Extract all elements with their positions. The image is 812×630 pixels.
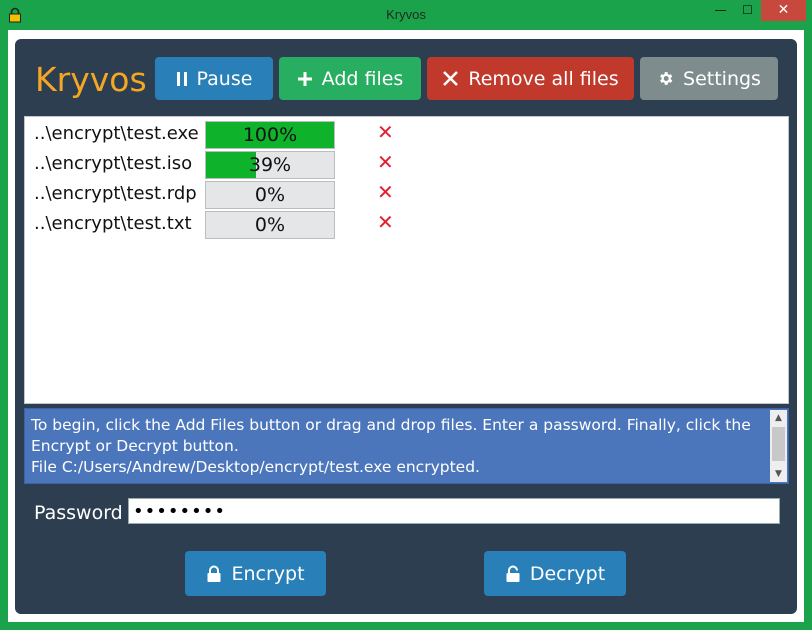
scroll-thumb[interactable]	[772, 427, 785, 461]
log-line: File C:/Users/Andrew/Desktop/encrypt/tes…	[31, 458, 480, 476]
progress-bar: 39%	[205, 151, 335, 179]
scroll-down-icon[interactable]: ▼	[770, 466, 787, 482]
file-row: ..\encrypt\test.exe 100% ✕	[34, 120, 774, 149]
progress-label: 0%	[254, 214, 286, 236]
progress-bar: 0%	[205, 181, 335, 209]
settings-button[interactable]: Settings	[640, 57, 778, 100]
status-log[interactable]: To begin, click the Add Files button or …	[24, 408, 789, 484]
remove-all-files-label: Remove all files	[468, 67, 619, 90]
plus-icon	[297, 71, 312, 86]
progress-label: 100%	[242, 124, 298, 146]
minimize-button[interactable]: —	[707, 0, 734, 21]
file-list[interactable]: ..\encrypt\test.exe 100% ✕ ..\encrypt\te…	[24, 116, 789, 404]
log-scrollbar[interactable]: ▲ ▼	[770, 410, 787, 482]
encrypt-label: Encrypt	[231, 562, 305, 585]
window-title: Kryvos	[386, 7, 426, 22]
file-name: ..\encrypt\test.exe	[34, 123, 199, 144]
gear-icon	[660, 72, 673, 85]
remove-all-files-button[interactable]: Remove all files	[427, 57, 634, 100]
remove-file-icon[interactable]: ✕	[377, 150, 394, 174]
file-row: ..\encrypt\test.rdp 0% ✕	[34, 180, 774, 209]
progress-bar: 0%	[205, 211, 335, 239]
log-line: To begin, click the Add Files button or …	[31, 416, 751, 455]
unlock-icon	[506, 565, 520, 582]
decrypt-button[interactable]: Decrypt	[484, 551, 626, 596]
lock-icon	[207, 565, 221, 582]
pause-label: Pause	[196, 67, 253, 90]
encrypt-button[interactable]: Encrypt	[185, 551, 326, 596]
password-label: Password	[34, 502, 123, 524]
settings-label: Settings	[683, 67, 761, 90]
file-row: ..\encrypt\test.txt 0% ✕	[34, 210, 774, 239]
close-button[interactable]: ✕	[761, 0, 806, 21]
file-name: ..\encrypt\test.rdp	[34, 183, 197, 204]
remove-file-icon[interactable]: ✕	[377, 180, 394, 204]
progress-label: 39%	[248, 154, 292, 176]
pause-button[interactable]: Pause	[155, 57, 273, 100]
remove-file-icon[interactable]: ✕	[377, 210, 394, 234]
title-bar: Kryvos — ☐ ✕	[0, 0, 812, 30]
file-row: ..\encrypt\test.iso 39% ✕	[34, 150, 774, 179]
pause-icon	[176, 71, 187, 86]
progress-bar: 100%	[205, 121, 335, 149]
remove-file-icon[interactable]: ✕	[377, 120, 394, 144]
file-name: ..\encrypt\test.iso	[34, 153, 193, 174]
password-input[interactable]	[128, 498, 780, 524]
progress-label: 0%	[254, 184, 286, 206]
scroll-up-icon[interactable]: ▲	[770, 410, 787, 426]
app-logo-text: Kryvos	[35, 60, 147, 99]
maximize-button[interactable]: ☐	[734, 0, 761, 21]
add-files-button[interactable]: Add files	[279, 57, 421, 100]
add-files-label: Add files	[321, 67, 404, 90]
file-name: ..\encrypt\test.txt	[34, 213, 192, 234]
x-icon	[443, 71, 459, 86]
decrypt-label: Decrypt	[529, 562, 606, 585]
